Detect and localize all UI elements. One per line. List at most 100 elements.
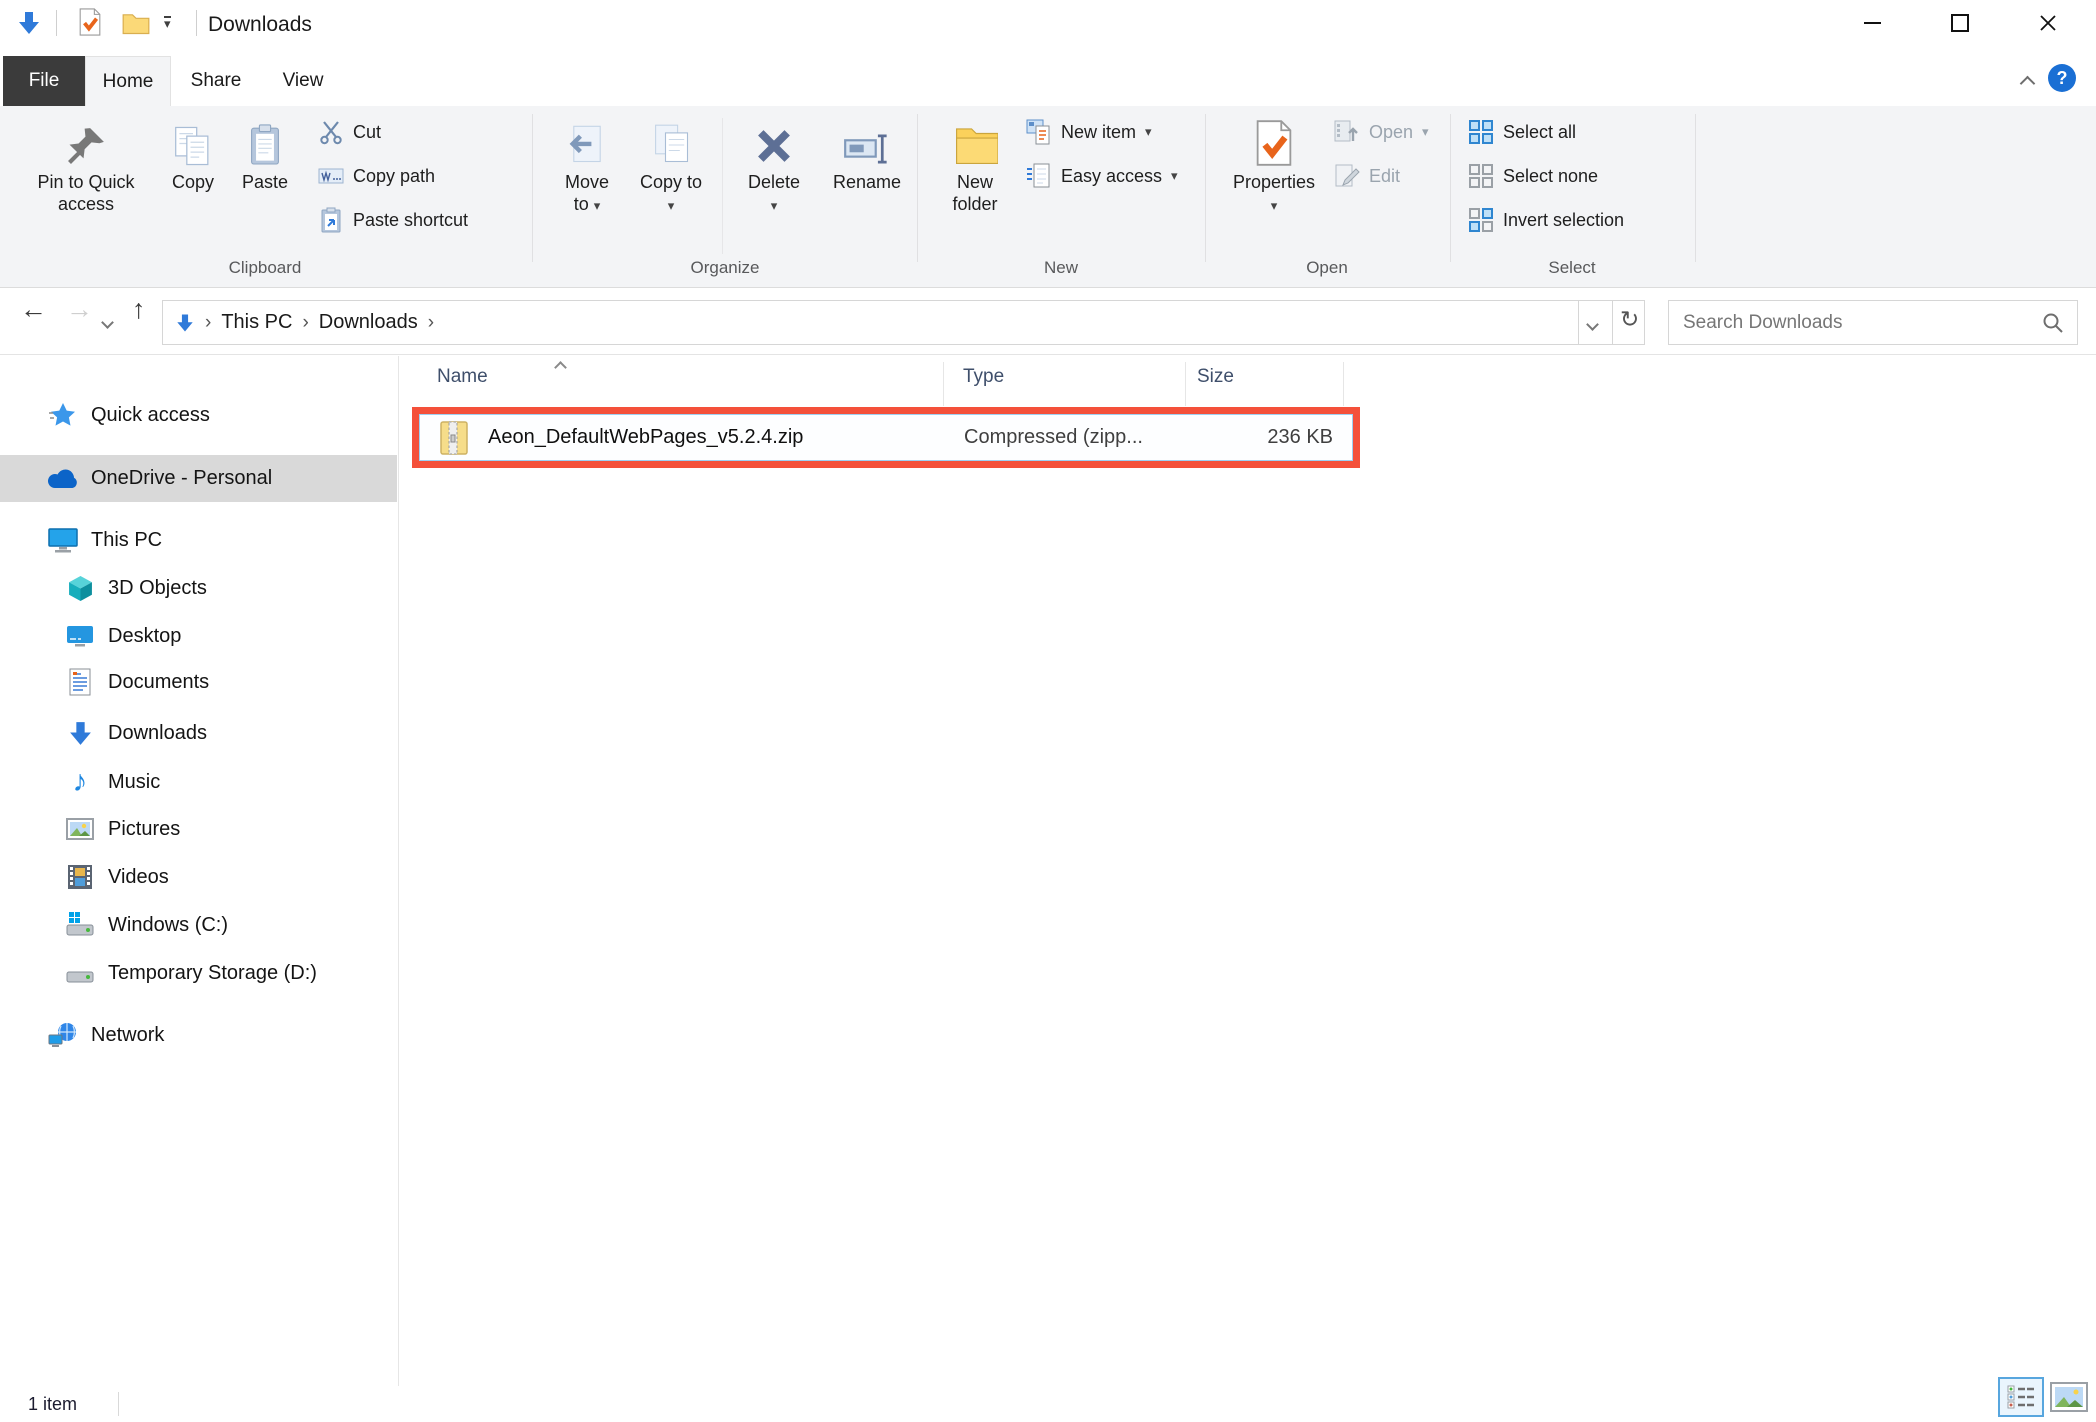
sidebar-item-pictures[interactable]: Pictures	[0, 807, 397, 851]
sidebar-item-windows-c[interactable]: Windows (C:)	[0, 903, 397, 947]
tab-home[interactable]: Home	[85, 56, 171, 106]
ribbon: Pin to Quick access Copy Paste Cut Copy …	[0, 106, 2096, 288]
sidebar-item-temporary-storage-d[interactable]: Temporary Storage (D:)	[0, 951, 397, 995]
rename-button[interactable]: Rename	[820, 112, 914, 193]
new-item-button[interactable]: New item ▾	[1026, 114, 1152, 150]
new-item-icon	[1026, 119, 1052, 145]
button-separator	[722, 118, 723, 254]
sidebar-item-network[interactable]: Network	[0, 1013, 397, 1057]
collapse-ribbon-icon[interactable]	[2022, 76, 2033, 94]
column-divider[interactable]	[1185, 362, 1186, 406]
easy-access-button[interactable]: Easy access ▾	[1026, 158, 1178, 194]
music-note-icon: ♪	[64, 769, 96, 795]
sidebar-item-this-pc[interactable]: This PC	[0, 518, 397, 562]
up-icon[interactable]: ↑	[132, 294, 146, 325]
copy-to-icon	[649, 112, 693, 168]
recent-locations-dropdown-icon[interactable]	[103, 314, 112, 332]
help-icon[interactable]: ?	[2048, 64, 2076, 92]
address-folder-icon	[175, 313, 195, 333]
sort-ascending-icon[interactable]	[556, 359, 565, 377]
address-bar[interactable]: › This PC › Downloads ›	[162, 300, 1645, 345]
document-icon	[64, 668, 96, 696]
breadcrumb-separator: ›	[302, 312, 308, 334]
tab-share[interactable]: Share	[171, 56, 261, 106]
select-all-button[interactable]: Select all	[1468, 114, 1576, 150]
search-input[interactable]	[1669, 301, 2077, 344]
sidebar-item-music[interactable]: ♪ Music	[0, 760, 397, 804]
downloads-arrow-icon	[64, 720, 96, 747]
qat-separator	[196, 10, 197, 36]
search-icon[interactable]	[2041, 311, 2065, 340]
back-icon[interactable]: ←	[20, 294, 47, 325]
group-label-new: New	[976, 258, 1146, 278]
quick-access-star-icon	[47, 401, 79, 429]
navigation-bar: ← → ↑ › This PC › Downloads › ↻	[0, 288, 2096, 355]
minimize-button[interactable]	[1842, 0, 1902, 46]
qat-separator	[56, 10, 57, 36]
paste-shortcut-button[interactable]: Paste shortcut	[318, 202, 468, 238]
sidebar-item-desktop[interactable]: Desktop	[0, 614, 397, 658]
rename-icon	[843, 112, 891, 168]
sidebar-item-videos[interactable]: Videos	[0, 855, 397, 899]
forward-icon: →	[66, 294, 93, 325]
thumbnail-view-button[interactable]	[2050, 1382, 2088, 1412]
column-divider[interactable]	[943, 362, 944, 406]
copy-to-button[interactable]: Copy to ▾	[632, 112, 710, 217]
open-icon	[1334, 119, 1360, 145]
dropdown-icon: ▾	[594, 198, 601, 213]
maximize-button[interactable]	[1930, 0, 1990, 46]
paste-shortcut-icon	[318, 207, 344, 233]
group-separator	[917, 114, 918, 262]
details-view-icon	[2006, 1384, 2036, 1410]
address-dropdown-icon[interactable]	[1588, 316, 1597, 334]
paste-button[interactable]: Paste	[232, 112, 298, 193]
easy-access-icon	[1026, 163, 1052, 189]
column-header-type[interactable]: Type	[963, 366, 1004, 388]
details-view-button[interactable]	[1998, 1377, 2044, 1417]
this-pc-monitor-icon	[47, 527, 79, 553]
item-count: 1 item	[28, 1394, 77, 1415]
select-none-button[interactable]: Select none	[1468, 158, 1598, 194]
new-folder-button[interactable]: New folder	[935, 112, 1015, 215]
properties-check-icon[interactable]	[78, 7, 102, 42]
column-header-size[interactable]: Size	[1197, 366, 1234, 388]
sidebar-item-documents[interactable]: Documents	[0, 660, 397, 704]
sidebar-item-downloads[interactable]: Downloads	[0, 711, 397, 755]
delete-x-icon	[752, 112, 796, 168]
copy-path-button[interactable]: Copy path	[318, 158, 435, 194]
sidebar-item-onedrive[interactable]: OneDrive - Personal	[0, 455, 397, 502]
search-box[interactable]	[1668, 300, 2078, 345]
breadcrumb-downloads[interactable]: Downloads	[319, 311, 418, 334]
pane-divider[interactable]	[398, 356, 399, 1386]
column-header-name[interactable]: Name	[437, 366, 488, 388]
refresh-icon[interactable]: ↻	[1620, 306, 1639, 333]
group-label-organize: Organize	[640, 258, 810, 278]
group-label-open: Open	[1242, 258, 1412, 278]
invert-selection-icon	[1468, 208, 1494, 232]
dropdown-icon: ▾	[771, 198, 778, 213]
qat-customize-dropdown-icon[interactable]: ▾	[164, 16, 171, 29]
sidebar-item-3d-objects[interactable]: 3D Objects	[0, 566, 397, 610]
cut-button[interactable]: Cut	[318, 114, 381, 150]
invert-selection-button[interactable]: Invert selection	[1468, 202, 1624, 238]
breadcrumb-separator: ›	[205, 312, 211, 334]
tab-view[interactable]: View	[261, 56, 345, 106]
tab-file[interactable]: File	[3, 56, 85, 106]
delete-button[interactable]: Delete▾	[732, 112, 816, 217]
pin-to-quick-access-button[interactable]: Pin to Quick access	[18, 112, 154, 215]
dropdown-icon: ▾	[1171, 168, 1178, 184]
properties-icon	[1254, 112, 1294, 168]
sidebar-item-quick-access[interactable]: Quick access	[0, 393, 397, 437]
new-folder-qat-icon[interactable]	[122, 11, 150, 40]
close-button[interactable]	[2018, 0, 2078, 46]
cube-icon	[64, 575, 96, 602]
move-to-button[interactable]: Move to ▾	[548, 112, 626, 217]
column-divider[interactable]	[1343, 362, 1344, 406]
status-separator	[118, 1392, 119, 1416]
properties-button[interactable]: Properties▾	[1224, 112, 1324, 217]
edit-icon	[1334, 163, 1360, 189]
group-label-clipboard: Clipboard	[180, 258, 350, 278]
thumbnail-view-icon	[2055, 1387, 2083, 1407]
copy-button[interactable]: Copy	[158, 112, 228, 193]
breadcrumb-this-pc[interactable]: This PC	[221, 311, 292, 334]
